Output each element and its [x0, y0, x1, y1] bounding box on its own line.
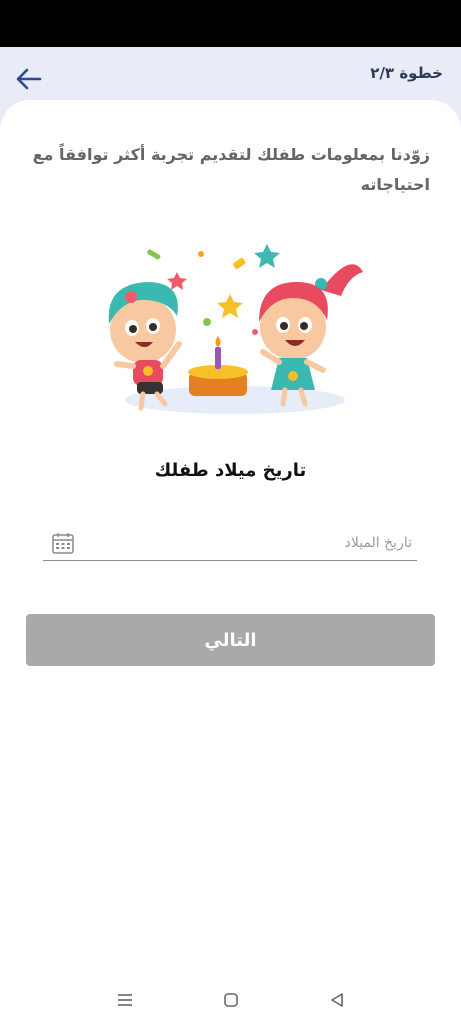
menu-icon[interactable] — [115, 990, 135, 1010]
birthdate-field[interactable] — [43, 527, 417, 561]
back-button[interactable] — [12, 62, 46, 96]
status-bar — [0, 0, 461, 47]
triangle-back-icon[interactable] — [327, 990, 347, 1010]
arrow-left-icon — [16, 68, 42, 90]
calendar-icon[interactable] — [51, 531, 75, 555]
page-subtitle: زوّدنا بمعلومات طفلك لتقديم تجربة أكثر ت… — [32, 145, 430, 194]
next-button[interactable]: التالي — [26, 614, 435, 666]
system-nav-bar — [0, 976, 461, 1024]
birthdate-input[interactable] — [87, 527, 412, 559]
step-indicator: خطوة ٢/٣ — [370, 64, 443, 82]
home-square-icon[interactable] — [221, 990, 241, 1010]
birthday-illustration — [95, 232, 375, 422]
section-title: تاريخ ميلاد طفلك — [154, 460, 307, 481]
